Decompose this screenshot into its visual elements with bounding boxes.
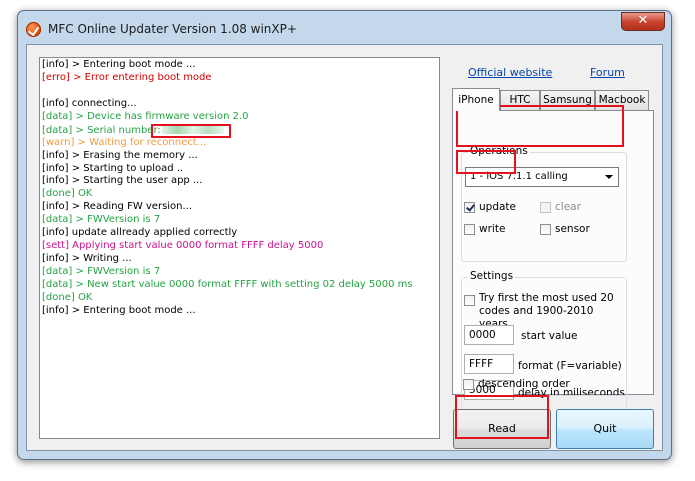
format-label: format (F=variable) <box>518 360 622 372</box>
start-value-label: start value <box>521 330 578 342</box>
log-line-text: [data] > Serial number: <box>42 124 161 136</box>
window-title: MFC Online Updater Version 1.08 winXP+ <box>48 22 297 36</box>
log-line-text: [info] > Entering boot mode ... <box>42 59 196 70</box>
log-output[interactable]: [info] > Entering boot mode ... [erro] > … <box>39 57 440 439</box>
log-line-text: [data] > FWVersion is 7 <box>42 214 161 226</box>
serial-number-highlight <box>151 124 231 138</box>
log-line-text: [warn] > Waiting for reconnect... <box>42 136 207 148</box>
descending-checkbox-box[interactable] <box>463 378 474 390</box>
write-checkbox-box[interactable] <box>464 223 475 235</box>
app-window: MFC Online Updater Version 1.08 winXP+ ✕… <box>17 10 672 460</box>
log-line: [erro] > Error entering boot mode <box>42 72 437 85</box>
descending-label: descending order <box>478 378 570 390</box>
sensor-checkbox-label: sensor <box>555 223 590 235</box>
title-bar[interactable]: MFC Online Updater Version 1.08 winXP+ ✕ <box>18 11 671 45</box>
log-line: [info] > Starting to upload .. <box>42 163 437 176</box>
clear-checkbox: clear <box>540 201 581 213</box>
clear-checkbox-label: clear <box>555 201 581 213</box>
update-checkbox[interactable]: update <box>464 201 516 213</box>
log-line: [warn] > Waiting for reconnect... <box>42 137 437 150</box>
log-line-text: [data] > Device has firmware version 2.0 <box>42 110 249 122</box>
log-line: [done] OK <box>42 188 437 201</box>
update-checkbox-box[interactable] <box>464 201 475 213</box>
log-line-text: [data] > FWVersion is 7 <box>42 266 161 277</box>
log-line: [info] update allready applied correctly <box>42 227 437 240</box>
settings-label: Settings <box>468 270 516 282</box>
read-button-highlight <box>455 395 549 439</box>
log-line-text: [done] OK <box>42 188 93 200</box>
app-logo-icon <box>26 22 41 37</box>
log-line: [data] > Device has firmware version 2.0 <box>42 111 437 124</box>
update-checkbox-highlight <box>456 150 516 174</box>
tab-iphone[interactable]: iPhone <box>452 88 500 111</box>
log-line: [data] > New start value 0000 format FFF… <box>42 279 437 292</box>
write-checkbox-label: write <box>479 223 506 235</box>
start-value-input[interactable]: 0000 <box>464 325 514 345</box>
log-line: [info] connecting... <box>42 98 437 111</box>
log-line: [info] > Entering boot mode ... <box>42 305 437 318</box>
quit-button[interactable]: Quit <box>556 409 654 449</box>
log-line-text: [done] OK <box>42 291 93 303</box>
format-input[interactable]: FFFF <box>464 354 514 374</box>
log-line-text: [sett] Applying start value 0000 format … <box>42 240 324 252</box>
write-checkbox[interactable]: write <box>464 223 505 235</box>
log-line-text: [info] > Writing ... <box>42 253 132 265</box>
log-line-text: [info] > Starting to upload .. <box>42 162 184 174</box>
update-checkbox-label: update <box>479 201 516 213</box>
log-line-text: [info] update allready applied correctly <box>42 227 238 239</box>
log-line-text: [info] connecting... <box>42 97 137 109</box>
log-line-text: [erro] > Error entering boot mode <box>42 71 212 83</box>
log-line: [data] > FWVersion is 7 <box>42 266 437 279</box>
log-line: [info] > Entering boot mode ... <box>42 59 437 72</box>
log-line: [info] > Starting the user app ... <box>42 175 437 188</box>
chevron-down-icon <box>605 175 613 179</box>
log-line: [info] > Erasing the memory ... <box>42 150 437 163</box>
log-line: [info] > Reading FW version... <box>42 201 437 214</box>
log-line-text: [info] > Erasing the memory ... <box>42 149 198 161</box>
log-line-text: [info] > Reading FW version... <box>42 201 193 213</box>
official-website-link[interactable]: Official website <box>468 66 552 79</box>
sensor-checkbox-box[interactable] <box>540 223 551 235</box>
log-line: [info] > Writing ... <box>42 253 437 266</box>
descending-checkbox[interactable]: descending order <box>463 378 570 390</box>
sensor-checkbox[interactable]: sensor <box>540 223 590 235</box>
log-line-text: [info] > Starting the user app ... <box>42 175 203 187</box>
clear-checkbox-box <box>540 201 551 213</box>
forum-link[interactable]: Forum <box>590 66 625 79</box>
log-line: [sett] Applying start value 0000 format … <box>42 240 437 253</box>
log-line-text: [info] > Entering boot mode ... <box>42 304 196 316</box>
close-button[interactable]: ✕ <box>621 12 665 31</box>
try-first-checkbox-box[interactable] <box>464 295 475 306</box>
log-line: [data] > FWVersion is 7 <box>42 214 437 227</box>
log-line: [done] OK <box>42 292 437 305</box>
operations-highlight <box>456 105 624 147</box>
log-line: [data] > Serial number: <box>42 123 437 137</box>
log-line-text: [data] > New start value 0000 format FFF… <box>42 278 413 290</box>
